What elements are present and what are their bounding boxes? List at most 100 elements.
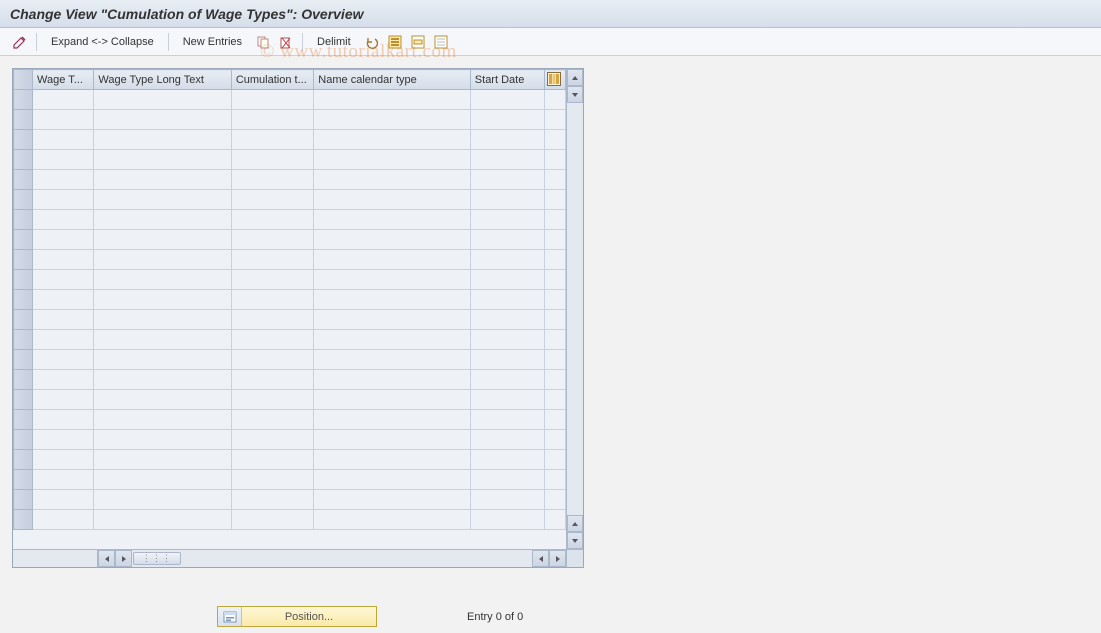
- col-header-calendar-type[interactable]: Name calendar type: [314, 70, 471, 90]
- cell[interactable]: [33, 370, 94, 390]
- row-selector[interactable]: [14, 350, 33, 370]
- cell[interactable]: [470, 410, 544, 430]
- cell[interactable]: [94, 110, 231, 130]
- cell[interactable]: [231, 170, 313, 190]
- cell[interactable]: [231, 130, 313, 150]
- col-header-cumulation[interactable]: Cumulation t...: [231, 70, 313, 90]
- cell[interactable]: [94, 190, 231, 210]
- cell[interactable]: [470, 470, 544, 490]
- cell[interactable]: [314, 170, 471, 190]
- table-row[interactable]: [14, 130, 566, 150]
- cell[interactable]: [314, 290, 471, 310]
- undo-icon[interactable]: [362, 32, 382, 52]
- cell[interactable]: [33, 490, 94, 510]
- table-row[interactable]: [14, 350, 566, 370]
- cell[interactable]: [33, 250, 94, 270]
- cell[interactable]: [33, 270, 94, 290]
- col-header-start-date[interactable]: Start Date: [470, 70, 544, 90]
- cell[interactable]: [231, 370, 313, 390]
- cell[interactable]: [231, 490, 313, 510]
- cell[interactable]: [314, 450, 471, 470]
- row-selector[interactable]: [14, 170, 33, 190]
- table-row[interactable]: [14, 470, 566, 490]
- cell[interactable]: [94, 430, 231, 450]
- cell[interactable]: [470, 490, 544, 510]
- cell[interactable]: [314, 110, 471, 130]
- delimit-button[interactable]: Delimit: [309, 33, 359, 51]
- scroll-down-button[interactable]: [567, 86, 583, 103]
- cell[interactable]: [314, 130, 471, 150]
- cell[interactable]: [94, 470, 231, 490]
- cell[interactable]: [33, 210, 94, 230]
- cell[interactable]: [231, 310, 313, 330]
- table-row[interactable]: [14, 490, 566, 510]
- table-settings-button[interactable]: [544, 70, 565, 90]
- cell[interactable]: [470, 510, 544, 530]
- cell[interactable]: [231, 290, 313, 310]
- row-selector[interactable]: [14, 270, 33, 290]
- cell[interactable]: [314, 330, 471, 350]
- table-row[interactable]: [14, 330, 566, 350]
- cell[interactable]: [231, 110, 313, 130]
- expand-collapse-button[interactable]: Expand <-> Collapse: [43, 33, 162, 51]
- table-row[interactable]: [14, 270, 566, 290]
- cell[interactable]: [314, 210, 471, 230]
- vertical-scrollbar[interactable]: [566, 69, 583, 549]
- table-row[interactable]: [14, 450, 566, 470]
- row-selector[interactable]: [14, 370, 33, 390]
- cell[interactable]: [470, 430, 544, 450]
- cell[interactable]: [231, 470, 313, 490]
- cell[interactable]: [314, 190, 471, 210]
- cell[interactable]: [314, 370, 471, 390]
- cell[interactable]: [470, 110, 544, 130]
- hscroll-thumb[interactable]: ⋮⋮⋮: [133, 552, 181, 565]
- vscroll-track[interactable]: [567, 103, 583, 515]
- table-row[interactable]: [14, 90, 566, 110]
- table-row[interactable]: [14, 190, 566, 210]
- scroll-right-button[interactable]: [115, 550, 132, 567]
- row-selector[interactable]: [14, 450, 33, 470]
- cell[interactable]: [94, 90, 231, 110]
- cell[interactable]: [470, 390, 544, 410]
- cell[interactable]: [314, 390, 471, 410]
- row-selector[interactable]: [14, 330, 33, 350]
- row-selector[interactable]: [14, 150, 33, 170]
- row-selector[interactable]: [14, 390, 33, 410]
- cell[interactable]: [33, 350, 94, 370]
- cell[interactable]: [470, 170, 544, 190]
- cell[interactable]: [94, 130, 231, 150]
- cell[interactable]: [94, 310, 231, 330]
- row-selector[interactable]: [14, 290, 33, 310]
- row-selector[interactable]: [14, 310, 33, 330]
- scroll-up-button[interactable]: [567, 69, 583, 86]
- cell[interactable]: [314, 150, 471, 170]
- table-row[interactable]: [14, 370, 566, 390]
- cell[interactable]: [314, 470, 471, 490]
- scroll-left-end-button[interactable]: [532, 550, 549, 567]
- cell[interactable]: [33, 390, 94, 410]
- copy-icon[interactable]: [253, 32, 273, 52]
- scroll-left-button[interactable]: [98, 550, 115, 567]
- cell[interactable]: [231, 230, 313, 250]
- cell[interactable]: [314, 230, 471, 250]
- cell[interactable]: [231, 250, 313, 270]
- table-row[interactable]: [14, 170, 566, 190]
- cell[interactable]: [33, 170, 94, 190]
- select-all-icon[interactable]: [385, 32, 405, 52]
- table-row[interactable]: [14, 290, 566, 310]
- cell[interactable]: [94, 150, 231, 170]
- cell[interactable]: [231, 270, 313, 290]
- cell[interactable]: [231, 510, 313, 530]
- cell[interactable]: [231, 390, 313, 410]
- cell[interactable]: [33, 190, 94, 210]
- cell[interactable]: [33, 470, 94, 490]
- row-selector[interactable]: [14, 90, 33, 110]
- cell[interactable]: [231, 210, 313, 230]
- col-header-wage-type[interactable]: Wage T...: [33, 70, 94, 90]
- cell[interactable]: [33, 90, 94, 110]
- cell[interactable]: [33, 410, 94, 430]
- cell[interactable]: [470, 190, 544, 210]
- cell[interactable]: [314, 310, 471, 330]
- table-row[interactable]: [14, 230, 566, 250]
- cell[interactable]: [33, 150, 94, 170]
